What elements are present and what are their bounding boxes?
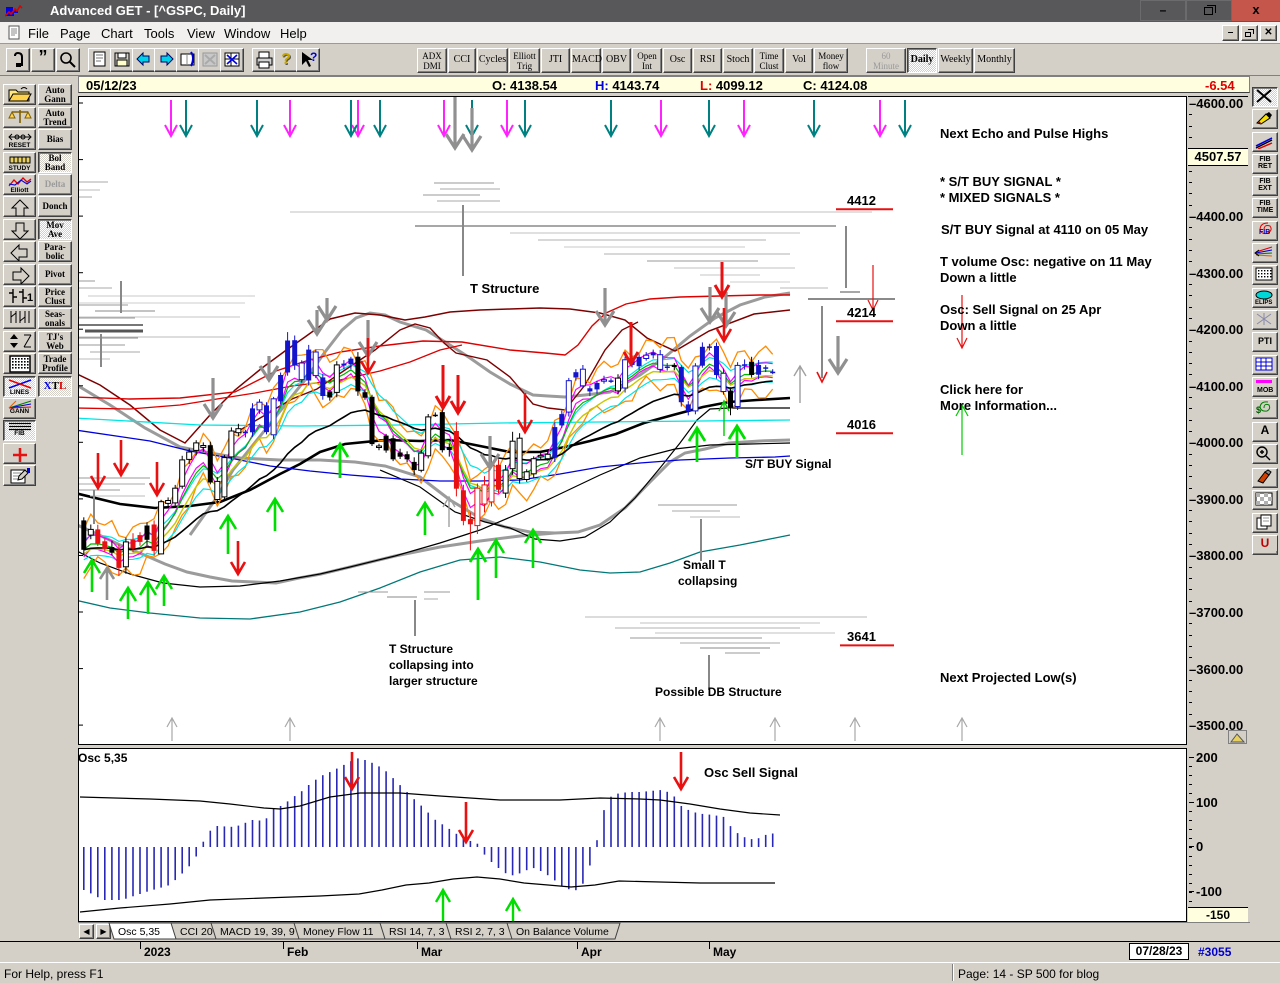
svg-text:On Balance Volume: On Balance Volume (516, 926, 609, 938)
svg-text:MACD 19, 39, 9: MACD 19, 39, 9 (220, 926, 295, 938)
svg-text:Osc 5,35: Osc 5,35 (118, 926, 160, 938)
svg-text:CCI 20: CCI 20 (180, 926, 213, 938)
svg-text:RSI 14, 7, 3: RSI 14, 7, 3 (389, 926, 445, 938)
svg-text:Money Flow 11: Money Flow 11 (303, 926, 374, 938)
svg-text:RSI 2, 7, 3: RSI 2, 7, 3 (455, 926, 505, 938)
